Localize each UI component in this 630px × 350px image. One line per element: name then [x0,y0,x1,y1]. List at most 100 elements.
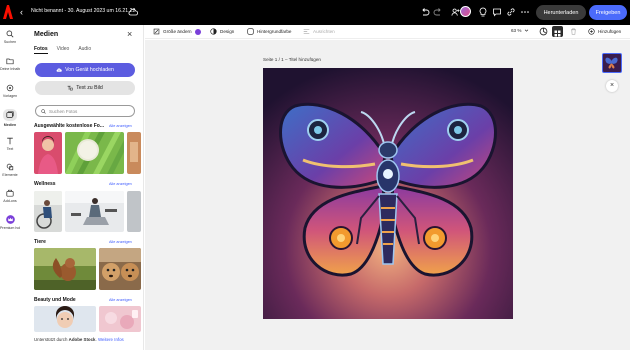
show-all-link-beauty[interactable]: Alle anzeigen [109,298,132,302]
rail-item-search[interactable]: Suchen [0,30,20,44]
media-tabs: Fotos Video Audio [34,46,91,54]
section-title-beauty: Beauty und Mode [34,297,76,303]
rail-item-your-content[interactable]: Deine Inhalte [0,57,22,71]
panel-title: Medien [34,31,59,38]
artboard-butterfly-image[interactable] [263,68,513,319]
photo-thumbnail-partial[interactable] [127,132,141,174]
editor-toolbar: Größe ändern Design Hintergrundfarbe Aus… [145,25,630,39]
rail-item-addons[interactable]: Add-ons [0,189,20,203]
rail-label: Premium holen [0,226,25,230]
rail-label: Text [6,147,14,151]
undo-icon[interactable] [420,7,430,17]
footer-prefix: Unterstützt durch [34,337,69,342]
document-title[interactable]: Nicht benannt - 30. August 2023 um 16.21… [31,8,135,14]
layers-icon[interactable] [539,27,548,36]
trash-icon[interactable] [570,28,577,35]
add-person-icon[interactable] [451,7,460,17]
rail-label: Deine Inhalte [0,67,22,71]
text-to-image-button[interactable]: Text zu Bild [35,81,135,95]
learn-more-link[interactable]: Weitere Infos [98,337,124,342]
rail-item-text[interactable]: Text [0,137,20,151]
zoom-dropdown[interactable]: 63 % [511,28,529,33]
share-button[interactable]: Freigeben [589,5,627,20]
chevron-down-icon [525,29,529,32]
text-to-image-icon [67,85,73,91]
rail-label: Elemente [2,173,18,177]
rail-label: Suchen [3,40,17,44]
photo-thumbnail-pink-items[interactable] [99,306,141,332]
section-title-featured: Ausgewählte kostenlose Fo... [34,123,105,129]
photo-thumbnail-leaves[interactable] [65,132,124,174]
templates-icon [6,84,14,92]
lightbulb-icon[interactable] [478,7,488,17]
adobe-logo-icon[interactable] [3,5,13,19]
photo-thumbnail-fitness[interactable] [65,191,124,232]
adobe-stock-footer: Unterstützt durch Adobe Stock. Weitere I… [34,337,124,342]
resize-icon [153,28,160,35]
background-color-button[interactable]: Hintergrundfarbe [247,28,291,35]
rail-item-templates[interactable]: Vorlagen [0,84,20,98]
align-label: Ausrichten [313,29,335,34]
align-button[interactable]: Ausrichten [303,28,335,35]
show-all-link-animals[interactable]: Alle anzeigen [109,240,132,244]
back-chevron-icon[interactable]: ‹ [20,6,23,18]
search-icon [41,108,46,114]
tab-audio[interactable]: Audio [78,46,91,54]
search-placeholder: Suchen Fotos [49,108,78,114]
media-icon [6,111,14,118]
text-icon [7,137,13,145]
resize-label: Größe ändern [163,29,192,34]
rail-item-media[interactable]: Medien [0,109,20,127]
design-button[interactable]: Design [210,28,234,35]
design-icon [210,28,217,35]
resize-button[interactable]: Größe ändern [153,28,201,35]
footer-brand: Adobe Stock [68,337,96,342]
rail-label: Add-ons [3,199,17,203]
upload-cloud-icon [56,68,62,72]
rail-label: Vorlagen [2,94,18,98]
photo-thumbnail-woman-pink[interactable] [34,132,62,174]
photo-thumbnail-dogs[interactable] [99,248,141,290]
comment-icon[interactable] [492,7,502,17]
photo-thumbnail-squirrel[interactable] [34,248,96,290]
photo-thumbnail-wheelchair[interactable] [34,191,62,232]
link-icon[interactable] [506,7,516,17]
search-input[interactable]: Suchen Fotos [35,105,135,117]
folder-icon [6,58,14,65]
premium-badge-icon [194,28,201,35]
page-thumbnail[interactable] [602,53,622,73]
tab-photos[interactable]: Fotos [34,46,48,54]
upload-from-device-button[interactable]: Von Gerät hochladen [35,63,135,77]
tab-video[interactable]: Video [57,46,70,54]
show-all-link-wellness[interactable]: Alle anzeigen [109,182,132,186]
page-label[interactable]: Seite 1 / 1 – Titel hinzufügen [263,57,321,62]
download-button[interactable]: Herunterladen [536,5,586,20]
close-icon[interactable]: × [127,29,132,39]
photo-thumbnail-woman-portrait[interactable] [34,306,96,332]
photo-thumbnail-partial[interactable] [127,191,141,232]
text-to-image-label: Text zu Bild [76,85,103,91]
search-icon [6,30,14,38]
upload-label: Von Gerät hochladen [65,67,114,73]
plus-circle-icon [588,28,595,35]
zoom-level: 63 % [511,28,522,33]
rail-item-elements[interactable]: Elemente [0,163,20,177]
align-icon [303,29,310,34]
add-page-button[interactable]: Hinzufügen [588,28,621,35]
design-label: Design [220,29,235,34]
close-pages-button[interactable]: × [606,80,618,92]
cloud-icon [128,8,138,16]
crown-icon [5,215,15,224]
rail-label: Medien [3,123,17,127]
rail-item-premium[interactable]: Premium holen [0,215,25,230]
show-all-link-featured[interactable]: Alle anzeigen [109,124,132,128]
color-swatch-icon [247,28,254,35]
avatar[interactable] [460,6,471,17]
addons-icon [6,189,14,197]
grid-view-icon[interactable] [552,26,563,37]
media-panel: Medien × Fotos Video Audio Von Gerät hoc… [20,25,144,350]
add-label: Hinzufügen [598,29,622,34]
more-icon[interactable] [520,7,530,17]
redo-icon[interactable] [433,7,443,17]
top-bar: ‹ Nicht benannt - 30. August 2023 um 16.… [0,0,630,25]
